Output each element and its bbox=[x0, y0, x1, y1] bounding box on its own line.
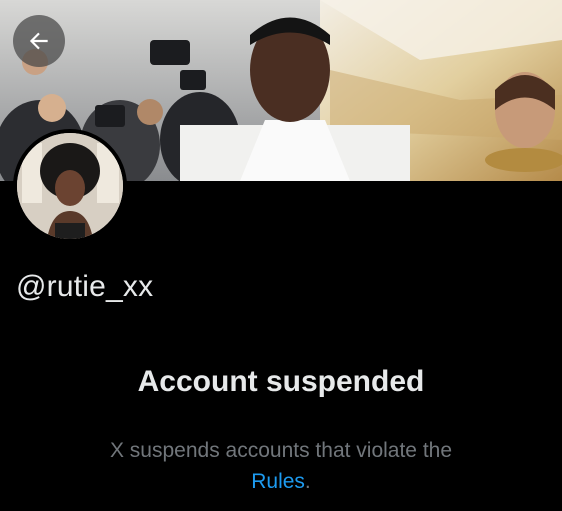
arrow-left-icon bbox=[29, 32, 48, 50]
suspension-message: X suspends accounts that violate the Rul… bbox=[0, 435, 562, 497]
suspension-message-text: X suspends accounts that violate the bbox=[109, 439, 453, 462]
avatar[interactable] bbox=[13, 129, 127, 243]
suspension-title: Account suspended bbox=[137, 365, 425, 398]
rules-link[interactable]: Rules bbox=[251, 470, 305, 493]
back-button[interactable] bbox=[13, 15, 65, 67]
rules-period: . bbox=[304, 470, 311, 493]
suspension-rules-line: Rules. bbox=[0, 466, 562, 497]
profile-handle: @rutie_xx bbox=[16, 270, 154, 303]
avatar-photo bbox=[17, 133, 123, 239]
